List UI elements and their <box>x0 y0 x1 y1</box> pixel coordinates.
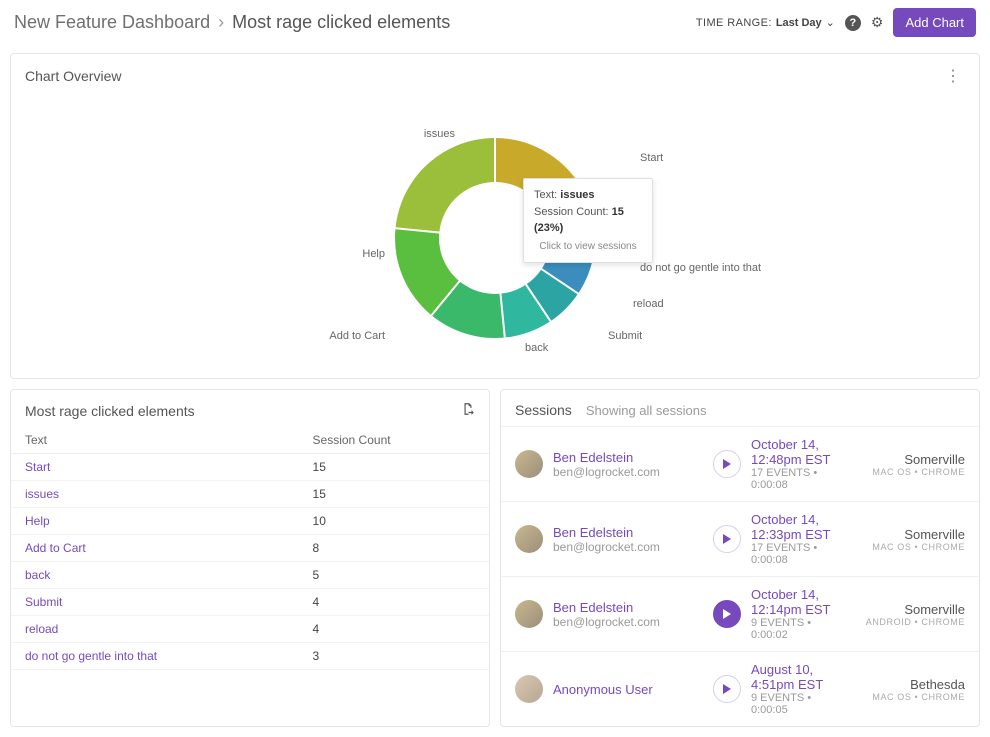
session-time-link[interactable]: October 14, 12:48pm EST <box>751 437 835 467</box>
time-range-value: Last Day <box>776 17 822 29</box>
sessions-card: Sessions Showing all sessions Ben Edelst… <box>500 389 980 727</box>
session-env: ANDROID • CHROME <box>845 617 965 627</box>
session-user-link[interactable]: Ben Edelstein <box>553 600 703 615</box>
time-range-selector[interactable]: TIME RANGE: Last Day ⌄ <box>696 16 835 29</box>
kebab-menu-icon[interactable]: ⋮ <box>941 66 965 86</box>
col-count[interactable]: Session Count <box>299 427 489 454</box>
col-text[interactable]: Text <box>11 427 299 454</box>
session-user-link[interactable]: Ben Edelstein <box>553 450 703 465</box>
table-row: Start15 <box>11 454 489 481</box>
row-text-link[interactable]: back <box>11 562 299 589</box>
table-row: issues15 <box>11 481 489 508</box>
row-count: 4 <box>299 616 489 643</box>
table-row: do not go gentle into that3 <box>11 643 489 670</box>
card-title: Sessions <box>515 402 572 418</box>
session-env: MAC OS • CHROME <box>845 542 965 552</box>
session-time-link[interactable]: August 10, 4:51pm EST <box>751 662 835 692</box>
avatar <box>515 675 543 703</box>
row-count: 15 <box>299 454 489 481</box>
chart-overview-card: Chart Overview ⋮ Start do not go gentle i… <box>10 53 980 379</box>
card-title: Chart Overview <box>25 68 121 84</box>
session-row: Ben Edelsteinben@logrocket.com October 14… <box>501 576 979 651</box>
session-stats: 17 EVENTS • 0:00:08 <box>751 542 835 566</box>
row-count: 4 <box>299 589 489 616</box>
session-user-link[interactable]: Ben Edelstein <box>553 525 703 540</box>
breadcrumb-parent[interactable]: New Feature Dashboard <box>14 12 210 33</box>
slice-divider <box>494 138 496 198</box>
row-count: 5 <box>299 562 489 589</box>
session-city: Somerville <box>845 602 965 617</box>
sessions-subtitle: Showing all sessions <box>586 403 707 418</box>
segment-label: Start <box>640 152 663 164</box>
session-row: Ben Edelsteinben@logrocket.com October 14… <box>501 426 979 501</box>
play-button[interactable] <box>713 600 741 628</box>
play-button[interactable] <box>713 450 741 478</box>
session-row: Anonymous User August 10, 4:51pm EST9 EVE… <box>501 651 979 726</box>
row-text-link[interactable]: issues <box>11 481 299 508</box>
session-stats: 17 EVENTS • 0:00:08 <box>751 467 835 491</box>
avatar <box>515 450 543 478</box>
avatar <box>515 600 543 628</box>
play-button[interactable] <box>713 525 741 553</box>
breadcrumb: New Feature Dashboard › Most rage clicke… <box>14 12 450 33</box>
add-chart-button[interactable]: Add Chart <box>893 8 976 37</box>
gear-icon[interactable]: ⚙ <box>871 14 884 31</box>
table-row: Add to Cart8 <box>11 535 489 562</box>
session-env: MAC OS • CHROME <box>845 692 965 702</box>
table-row: reload4 <box>11 616 489 643</box>
table-row: back5 <box>11 562 489 589</box>
session-user-email: ben@logrocket.com <box>553 615 703 629</box>
table-row: Submit4 <box>11 589 489 616</box>
card-title: Most rage clicked elements <box>25 403 195 419</box>
session-time-link[interactable]: October 14, 12:14pm EST <box>751 587 835 617</box>
session-time-link[interactable]: October 14, 12:33pm EST <box>751 512 835 542</box>
table-row: Help10 <box>11 508 489 535</box>
row-text-link[interactable]: Add to Cart <box>11 535 299 562</box>
help-icon[interactable]: ? <box>845 15 861 31</box>
time-range-label: TIME RANGE: <box>696 17 772 29</box>
session-stats: 9 EVENTS • 0:00:02 <box>751 617 835 641</box>
row-count: 10 <box>299 508 489 535</box>
segment-label: Submit <box>608 330 642 342</box>
row-text-link[interactable]: Start <box>11 454 299 481</box>
session-city: Somerville <box>845 452 965 467</box>
rage-table-card: Most rage clicked elements Text Session … <box>10 389 490 727</box>
row-count: 8 <box>299 535 489 562</box>
segment-label: do not go gentle into that <box>640 262 761 274</box>
play-button[interactable] <box>713 675 741 703</box>
row-text-link[interactable]: Help <box>11 508 299 535</box>
session-user-email: ben@logrocket.com <box>553 465 703 479</box>
export-icon[interactable] <box>461 402 475 419</box>
avatar <box>515 525 543 553</box>
chevron-right-icon: › <box>218 12 224 33</box>
row-count: 3 <box>299 643 489 670</box>
chevron-down-icon: ⌄ <box>826 16 835 29</box>
segment-label: back <box>525 342 548 354</box>
breadcrumb-current: Most rage clicked elements <box>232 12 450 33</box>
chart-tooltip: Text: issues Session Count: 15 (23%) Cli… <box>523 178 653 263</box>
segment-label: reload <box>633 298 664 310</box>
segment-label: Add to Cart <box>329 330 385 342</box>
segment-label: Help <box>362 248 385 260</box>
session-city: Bethesda <box>845 677 965 692</box>
row-text-link[interactable]: do not go gentle into that <box>11 643 299 670</box>
session-user-link[interactable]: Anonymous User <box>553 682 703 697</box>
row-text-link[interactable]: reload <box>11 616 299 643</box>
session-env: MAC OS • CHROME <box>845 467 965 477</box>
session-stats: 9 EVENTS • 0:00:05 <box>751 692 835 716</box>
session-city: Somerville <box>845 527 965 542</box>
row-text-link[interactable]: Submit <box>11 589 299 616</box>
row-count: 15 <box>299 481 489 508</box>
session-row: Ben Edelsteinben@logrocket.com October 14… <box>501 501 979 576</box>
session-user-email: ben@logrocket.com <box>553 540 703 554</box>
segment-label: issues <box>424 128 455 140</box>
